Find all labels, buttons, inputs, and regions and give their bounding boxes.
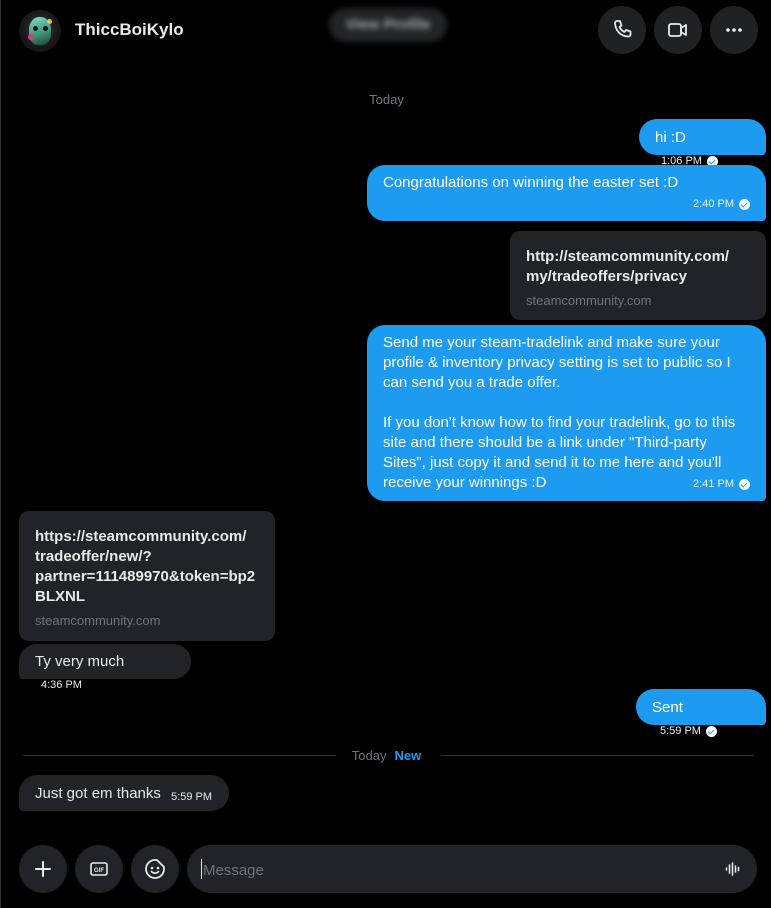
link-domain: steamcommunity.com <box>526 293 652 308</box>
link-url-line: BLXNL <box>35 588 85 605</box>
message-text: Sent <box>652 699 683 716</box>
video-icon <box>668 23 687 37</box>
link-url-line: tradeoffer/new/? <box>35 548 152 565</box>
message-text: Ty very much <box>35 653 125 670</box>
video-call-button[interactable] <box>654 6 702 54</box>
avatar-eye <box>43 26 48 31</box>
link-url-line: my/tradeoffers/privacy <box>526 268 687 285</box>
message-text: Congratulations on winning the easter se… <box>383 174 679 191</box>
avatar-spot <box>47 19 52 24</box>
link-url-line: http://steamcommunity.com/ <box>526 248 730 265</box>
outgoing-message[interactable]: Send me your steam-tradelink and make su… <box>367 325 766 501</box>
read-receipt-icon <box>705 725 717 737</box>
link-url[interactable]: https://steamcommunity.com/ tradeoffer/n… <box>35 527 265 607</box>
read-receipt-icon <box>739 478 750 490</box>
call-button[interactable] <box>598 6 646 54</box>
incoming-message[interactable]: Just got em thanks 5:59 PM <box>19 775 229 811</box>
gif-button[interactable]: GIF <box>75 845 123 893</box>
message-meta: 4:36 PM <box>41 675 82 695</box>
message-time: 5:59 PM <box>660 725 701 737</box>
new-messages-separator: Today New <box>1 748 771 763</box>
plus-icon <box>35 861 51 877</box>
outgoing-message[interactable]: hi :D 1:06 PM <box>639 119 766 167</box>
link-preview-card[interactable]: https://steamcommunity.com/ tradeoffer/n… <box>19 511 275 641</box>
message-input[interactable] <box>201 845 705 895</box>
add-attachment-button[interactable] <box>19 845 67 893</box>
new-badge: New <box>394 748 422 763</box>
outgoing-message[interactable]: Congratulations on winning the easter se… <box>367 165 766 221</box>
message-composer[interactable] <box>187 845 757 895</box>
outgoing-message[interactable]: Sent 5:59 PM <box>636 689 766 737</box>
message-time: 4:36 PM <box>41 679 82 691</box>
link-url[interactable]: http://steamcommunity.com/ my/tradeoffer… <box>526 247 752 287</box>
link-preview-card[interactable]: http://steamcommunity.com/ my/tradeoffer… <box>510 231 766 320</box>
message-text: Send me your steam-tradelink and make su… <box>383 334 736 491</box>
more-icon <box>726 28 742 32</box>
sticker-emoji-icon <box>145 859 165 879</box>
link-url-line: partner=111489970&token=bp2 <box>35 568 256 585</box>
conversation-header: ThiccBoiKylo View Profile <box>1 0 771 64</box>
incoming-message[interactable]: Ty very much 4:36 PM <box>19 644 191 691</box>
message-meta: 2:40 PM <box>383 193 750 214</box>
message-text: hi :D <box>655 129 686 146</box>
avatar-eye <box>33 26 38 31</box>
read-receipt-icon <box>739 198 750 210</box>
message-time: 2:40 PM <box>693 198 734 210</box>
voice-message-icon[interactable] <box>725 861 741 877</box>
emoji-button[interactable] <box>131 845 179 893</box>
dm-conversation: ThiccBoiKylo View Profile Today hi :D 1:… <box>0 0 771 908</box>
avatar[interactable] <box>19 10 61 52</box>
link-domain: steamcommunity.com <box>35 613 161 628</box>
gif-icon-label: GIF <box>94 868 104 874</box>
contact-name[interactable]: ThiccBoiKylo <box>75 20 184 40</box>
phone-icon <box>614 20 632 38</box>
day-separator-label: Today <box>351 748 387 763</box>
message-time: 5:59 PM <box>171 791 213 803</box>
avatar-spot <box>28 34 34 40</box>
message-text: Just got em thanks <box>35 785 161 802</box>
message-time: 2:41 PM <box>693 478 734 490</box>
message-meta: 5:59 PM <box>660 721 717 741</box>
message-meta: 2:41 PM <box>693 473 750 494</box>
gif-icon: GIF <box>90 862 108 876</box>
day-separator: Today <box>369 92 404 107</box>
message-meta: 5:59 PM <box>171 787 212 807</box>
more-options-button[interactable] <box>710 6 758 54</box>
view-profile-button[interactable]: View Profile <box>329 8 447 42</box>
link-url-line: https://steamcommunity.com/ <box>35 528 247 545</box>
